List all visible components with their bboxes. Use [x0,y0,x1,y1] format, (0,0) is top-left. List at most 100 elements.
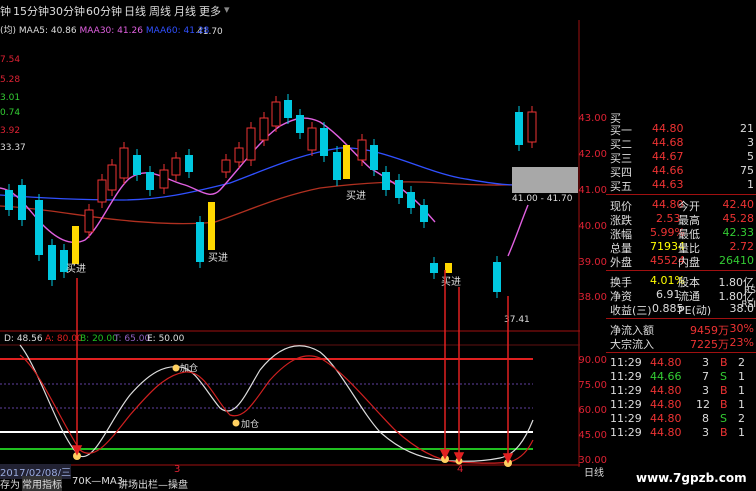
candle [159,169,169,189]
bid-row[interactable]: 买四 44.66 75 [606,164,756,179]
buy-label: 买进 [441,276,461,288]
buy-bar [72,226,79,264]
left-price-0: 0.74 [0,108,21,118]
tab-weekly[interactable]: 周线 [149,3,171,19]
candle [407,192,415,208]
left-price-3: 3.01 [0,93,21,103]
ma5-legend: MAA5: 40.86 [18,26,77,36]
candle [370,145,378,170]
ind-d: D: 48.56 [4,334,43,344]
signal-arrows [71,270,514,464]
flow-row: 大宗流入 7225万 23% [610,336,754,351]
candle [357,139,367,161]
candle [246,127,256,161]
dropdown-icon[interactable]: ▾ [224,3,230,16]
candle [5,190,13,210]
quote-panel: 买 买一 44.80 21 买二 44.68 3 买三 44.67 5 买四 44.66 75 … [606,108,756,468]
divider [606,352,756,353]
candle [146,172,154,190]
candle [493,262,501,292]
ind-e: E: 50.00 [147,334,185,344]
divider [606,318,756,319]
candle [133,155,141,175]
tab-15min[interactable]: 15分钟 [13,3,49,19]
ma30-legend: MAA30: 41.26 [79,26,143,36]
axis-label: 43.00 [578,113,607,124]
left-price-5: 5.28 [0,75,21,85]
axis-label: 41.00 [578,185,607,196]
buy-bar [445,263,452,273]
candle [185,155,193,172]
period-toolbar: 钟 15分钟 30分钟 60分钟 日线 周线 月线 更多 ▾ [0,0,432,20]
buy-label: 买进 [208,252,228,264]
stat-row: 总量 71934 量比 2.72 [610,240,754,255]
ma-tab[interactable]: 70K—MA3 [72,476,123,487]
left-price-7: 7.54 [0,55,21,65]
tab-60min[interactable]: 60分钟 [86,3,122,19]
left-price-39: 3.92 [0,126,21,136]
candle [84,209,94,233]
divider [606,194,756,195]
strategy-tab[interactable]: 讲场出栏—操盘 [118,476,188,491]
axis-label: 40.00 [578,221,607,232]
ma5-line [0,117,436,244]
candle [271,101,281,127]
tick-row: 11:29 44.80 3 B 2 [610,356,745,369]
candle [527,111,537,143]
axis-label: 42.00 [578,149,607,160]
add-label: 加仓 [180,362,198,374]
bid-row[interactable]: 买五 44.63 1 [606,178,756,193]
divider [606,270,756,271]
ind-a: A: 80.00 [45,334,83,344]
candle [320,128,328,156]
tab-daily[interactable]: 日线 [124,3,146,19]
axis-label: 38.00 [578,292,607,303]
period-marker: 3 [174,464,181,475]
chart-frame [0,20,580,467]
kline-chart[interactable]: 买进 买进 买进 买进 41.00 - 41.70 37.41 41.70 加仓… [0,20,580,467]
stat-row: 涨跌 2.53 最高 45.28 [610,212,754,227]
bid-row[interactable]: 买二 44.68 3 [606,136,756,151]
tick-row: 11:29 44.80 3 B 1 [610,426,745,439]
range-label: 41.00 - 41.70 [512,194,573,204]
watermark: www.7gpzb.com [636,471,747,485]
candle [18,185,26,220]
tick-row: 11:29 44.80 12 B 1 [610,398,745,411]
common-indicator-tab[interactable]: 常用指标 [22,476,62,491]
buy-signals [72,145,452,273]
candle [259,117,269,141]
candle [221,159,231,173]
candle [382,172,390,190]
ma5-line-tail [507,204,529,257]
axis-label: 39.00 [578,257,607,268]
buy-bar [208,202,215,250]
add-label: 加仓 [241,418,259,430]
candle [171,157,181,176]
buy-label: 买进 [66,263,86,275]
ma-legend: (均) MAA5: 40.86 MAA30: 41.26 MAA60: 41.2… [0,23,209,36]
tab-more[interactable]: 更多 [199,3,221,19]
bid-row[interactable]: 买三 44.67 5 [606,150,756,165]
candle [35,200,43,255]
candle [430,263,438,273]
bid-row[interactable]: 买一 44.80 21 [606,122,756,137]
side-label: RSI [741,300,756,310]
candle [333,152,341,180]
ma-prefix: (均) [0,26,17,36]
tab-monthly[interactable]: 月线 [174,3,196,19]
ma60-legend: MAA60: 41.28 [145,26,210,36]
toolbar-prefix: 钟 [0,5,11,18]
left-price-33: 33.37 [0,143,26,153]
stat-row: 现价 44.80 今开 42.40 [610,198,754,213]
kd-white-line [19,344,534,462]
candle [296,115,304,133]
date-axis: 2017/02/08/三 3 4 日线 [0,464,604,479]
ind-axis-label: 60.00 [578,405,607,416]
ind-axis-label: 75.00 [578,380,607,391]
ma30-line [0,147,536,201]
period-marker: 4 [457,464,464,475]
ma60-line [0,181,531,225]
tab-30min[interactable]: 30分钟 [49,3,85,19]
daily-indicator[interactable]: 日线 [584,464,604,479]
save-tab[interactable]: 存为 [0,476,20,491]
